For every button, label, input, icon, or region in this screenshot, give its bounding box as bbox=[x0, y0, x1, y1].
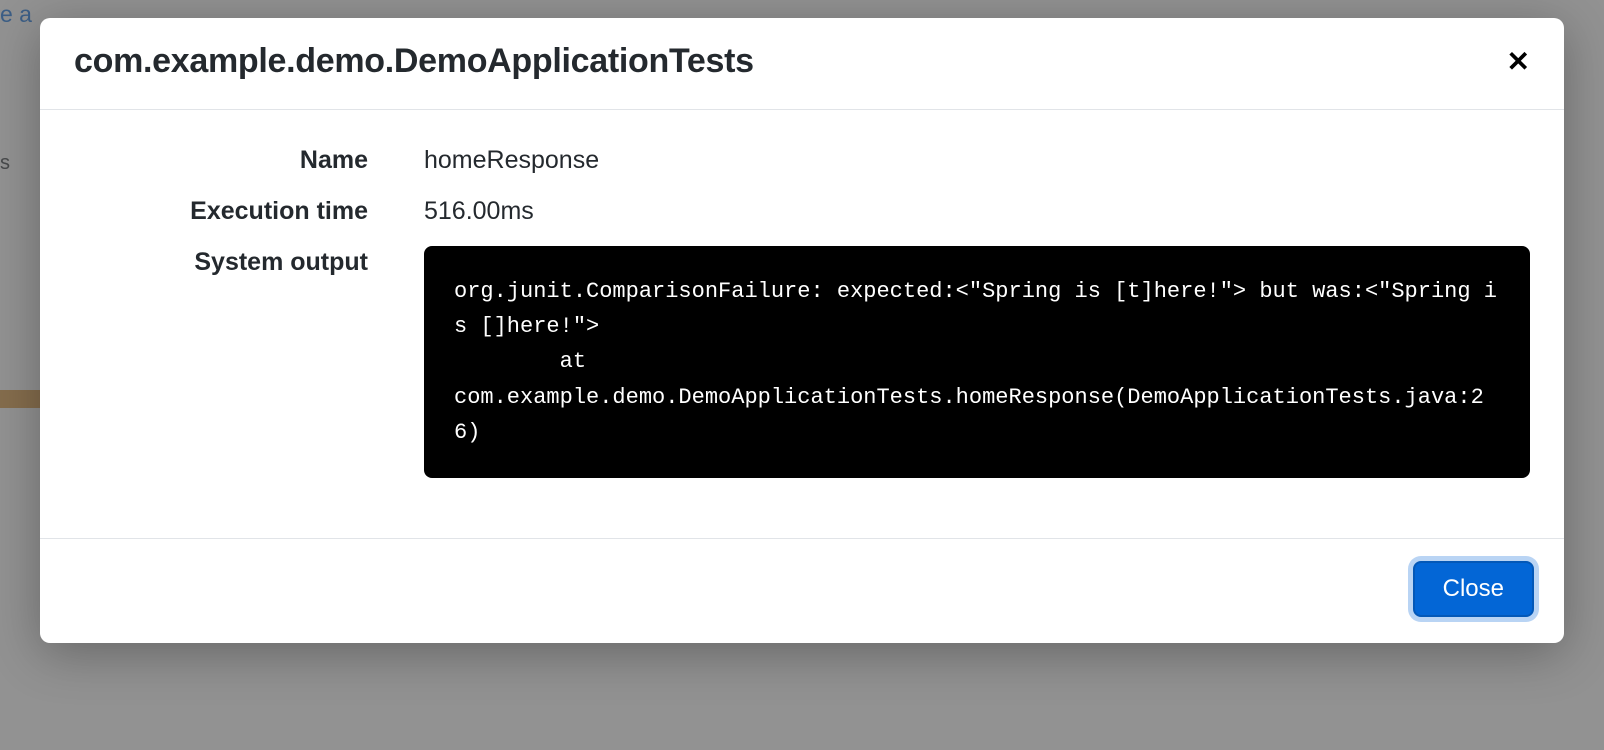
row-system-output: System output org.junit.ComparisonFailur… bbox=[74, 246, 1530, 478]
label-name: Name bbox=[74, 144, 424, 175]
modal-header: com.example.demo.DemoApplicationTests ✕ bbox=[40, 18, 1564, 110]
system-output-console: org.junit.ComparisonFailure: expected:<"… bbox=[424, 246, 1530, 478]
close-button[interactable]: Close bbox=[1413, 561, 1534, 617]
modal-footer: Close bbox=[40, 538, 1564, 643]
row-execution-time: Execution time 516.00ms bbox=[74, 195, 1530, 226]
row-name: Name homeResponse bbox=[74, 144, 1530, 175]
test-detail-modal: com.example.demo.DemoApplicationTests ✕ … bbox=[40, 18, 1564, 643]
value-execution-time: 516.00ms bbox=[424, 195, 1530, 226]
label-system-output: System output bbox=[74, 246, 424, 277]
modal-body: Name homeResponse Execution time 516.00m… bbox=[40, 110, 1564, 538]
label-execution-time: Execution time bbox=[74, 195, 424, 226]
close-icon[interactable]: ✕ bbox=[1503, 44, 1534, 80]
modal-title: com.example.demo.DemoApplicationTests bbox=[74, 42, 754, 81]
value-name: homeResponse bbox=[424, 144, 1530, 175]
